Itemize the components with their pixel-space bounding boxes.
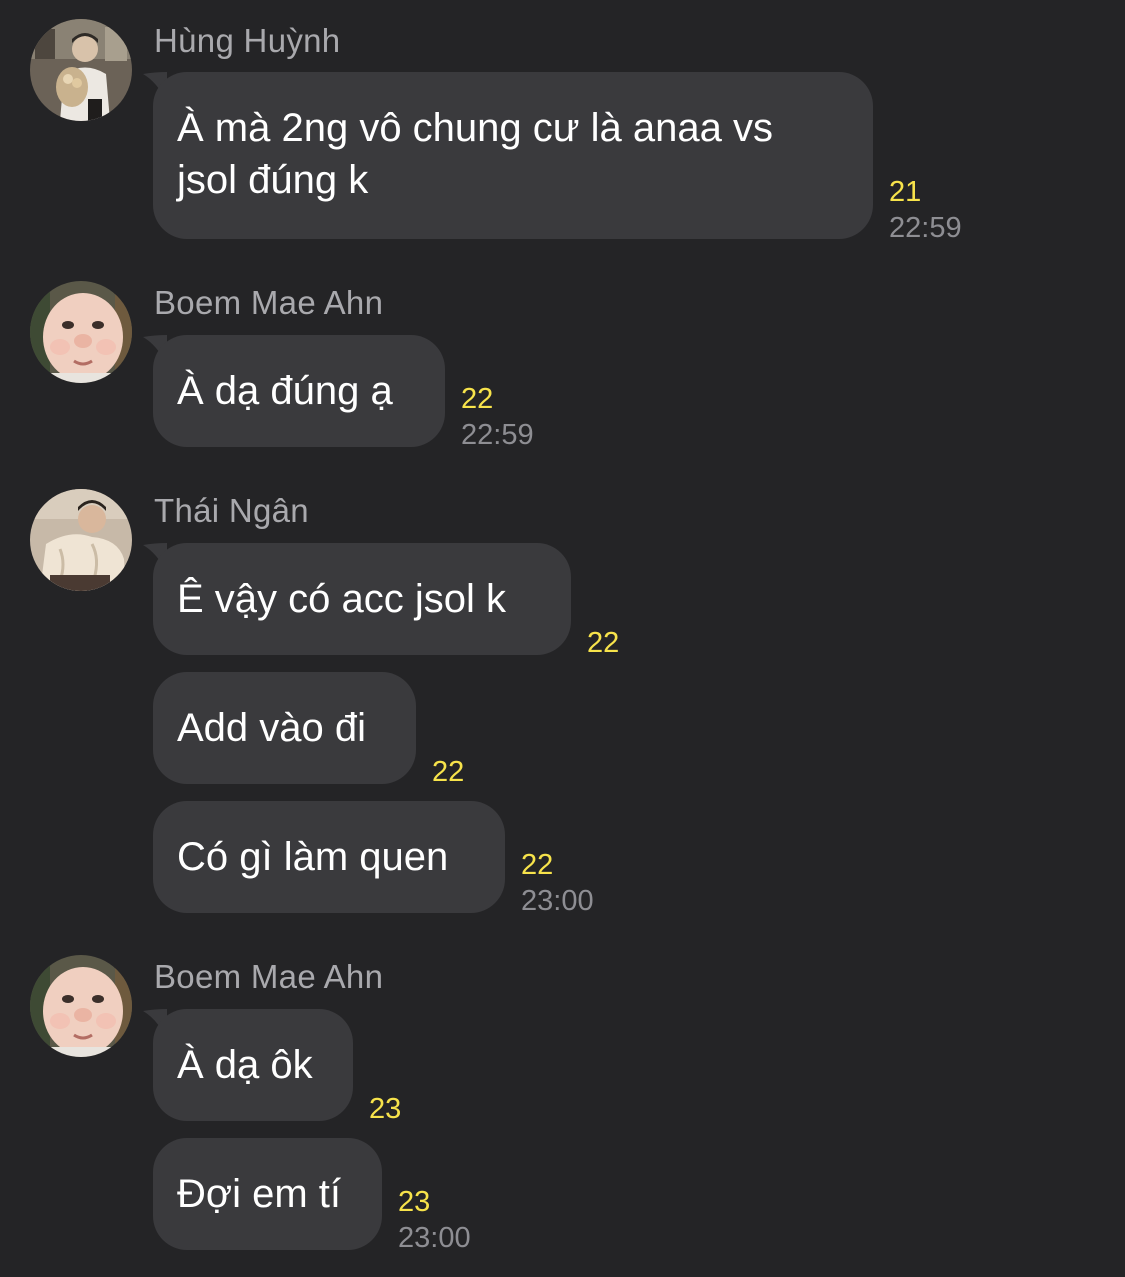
person-in-cream-jacket-avatar-icon: [30, 489, 132, 591]
message-bubble[interactable]: À mà 2ng vô chung cư là anaa vs jsol đún…: [153, 72, 873, 239]
baby-face-avatar-icon: [30, 955, 132, 1057]
sender-name: Hùng Huỳnh: [154, 22, 341, 59]
message-meta: 22 22:59: [461, 381, 534, 453]
message-time: 22:59: [461, 419, 534, 451]
sender-name: Thái Ngân: [154, 492, 309, 529]
message-bubble[interactable]: Add vào đi: [153, 672, 416, 784]
message-text: À dạ đúng ạ: [177, 369, 393, 413]
message-time: 23:00: [521, 885, 594, 917]
sender-avatar[interactable]: [30, 19, 132, 121]
message-meta: 22: [432, 754, 464, 790]
message-meta: 22: [587, 625, 619, 661]
message-bubble[interactable]: À dạ ôk: [153, 1009, 353, 1121]
sender-name: Boem Mae Ahn: [154, 958, 384, 995]
unread-count: 23: [398, 1186, 431, 1218]
unread-count: 22: [521, 849, 554, 881]
sender-avatar[interactable]: [30, 489, 132, 591]
message-meta: 21 22:59: [889, 174, 962, 246]
sender-avatar[interactable]: [30, 281, 132, 383]
message-text: Add vào đi: [177, 706, 367, 750]
message-bubble[interactable]: Đợi em tí: [153, 1138, 382, 1250]
message-time: 22:59: [889, 212, 962, 244]
unread-count: 23: [369, 1093, 402, 1125]
baby-face-avatar-icon: [30, 281, 132, 383]
message-meta: 23: [369, 1091, 401, 1127]
message-text: À dạ ôk: [177, 1043, 313, 1087]
sender-name: Boem Mae Ahn: [154, 284, 384, 321]
message-time: 23:00: [398, 1222, 471, 1254]
message-text-line: jsol đúng k: [177, 158, 369, 202]
message-meta: 23 23:00: [398, 1184, 471, 1256]
message-bubble[interactable]: Ê vậy có acc jsol k: [153, 543, 571, 655]
chat-message-list[interactable]: Hùng Huỳnh À mà 2ng vô chung cư là anaa …: [0, 0, 1125, 1277]
unread-count: 22: [587, 627, 620, 659]
unread-count: 21: [889, 176, 922, 208]
sender-avatar[interactable]: [30, 955, 132, 1057]
person-with-bouquet-avatar-icon: [30, 19, 132, 121]
message-text: Đợi em tí: [177, 1172, 342, 1216]
message-meta: 22 23:00: [521, 847, 594, 919]
unread-count: 22: [461, 383, 494, 415]
message-text-line: À mà 2ng vô chung cư là anaa vs: [177, 106, 774, 150]
message-text: Có gì làm quen: [177, 835, 449, 879]
message-text: Ê vậy có acc jsol k: [177, 577, 507, 621]
unread-count: 22: [432, 756, 465, 788]
message-bubble[interactable]: Có gì làm quen: [153, 801, 505, 913]
message-bubble[interactable]: À dạ đúng ạ: [153, 335, 445, 447]
